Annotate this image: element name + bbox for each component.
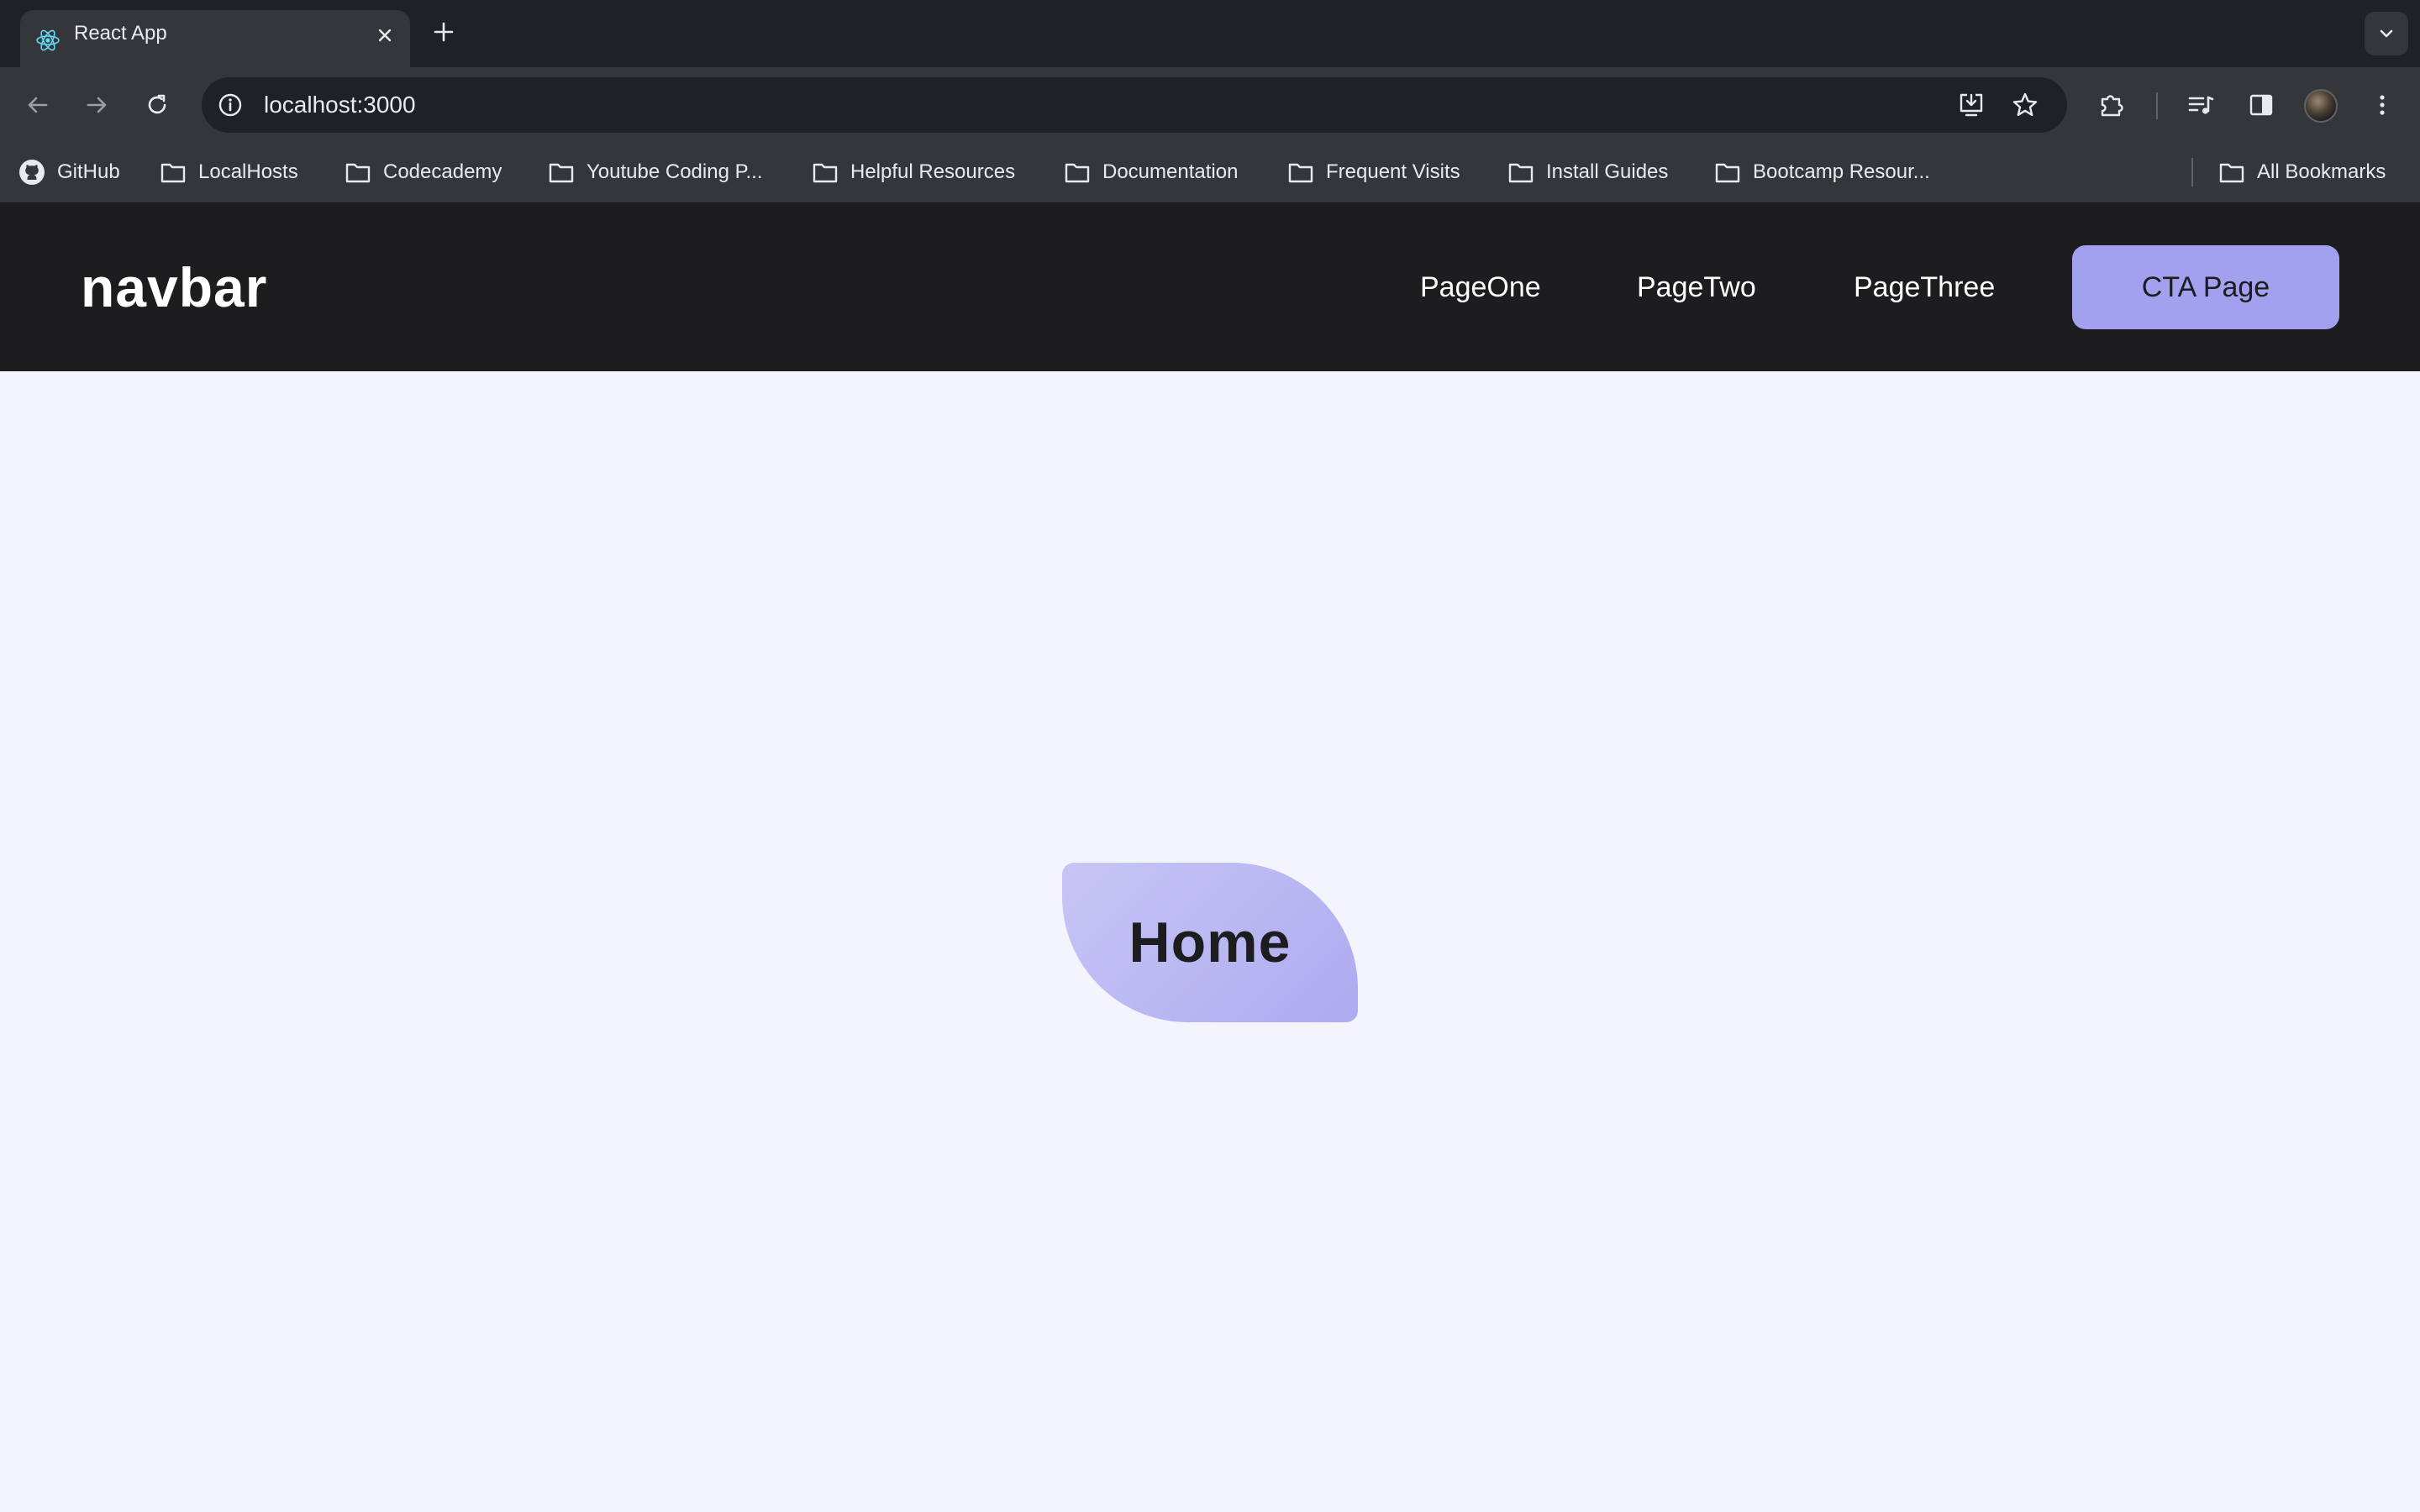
bookmark-label: Frequent Visits [1326, 160, 1460, 183]
folder-icon [345, 163, 371, 183]
bookmark-folder-documentation[interactable]: Documentation [1064, 144, 1238, 200]
all-bookmarks-label: All Bookmarks [2257, 160, 2386, 183]
navbar-brand[interactable]: navbar [81, 203, 267, 371]
media-controls-icon[interactable] [2181, 86, 2220, 124]
bookmark-label: GitHub [57, 160, 120, 183]
bookmark-label: LocalHosts [198, 160, 298, 183]
folder-icon [1288, 163, 1313, 183]
folder-icon [2219, 163, 2244, 183]
toolbar-divider [2156, 92, 2158, 119]
folder-icon [160, 163, 186, 183]
install-app-icon[interactable] [1954, 88, 1988, 122]
bookmark-label: Helpful Resources [850, 160, 1016, 183]
bookmark-label: Install Guides [1546, 160, 1669, 183]
new-tab-plus-icon[interactable] [429, 17, 459, 47]
bookmark-label: Bootcamp Resour... [1753, 160, 1930, 183]
site-navbar: navbar PageOne PageTwo PageThree CTA Pag… [0, 203, 2420, 371]
nav-link-page-two[interactable]: PageTwo [1637, 203, 1756, 371]
back-arrow-icon[interactable] [18, 86, 57, 124]
forward-arrow-icon[interactable] [77, 86, 116, 124]
side-panel-icon[interactable] [2242, 86, 2281, 124]
bookmark-github[interactable]: GitHub [18, 144, 120, 200]
folder-icon [1508, 163, 1534, 183]
bookmark-folder-frequent-visits[interactable]: Frequent Visits [1287, 144, 1460, 200]
page-title: Home [1128, 911, 1292, 974]
bookmark-folder-youtube-coding[interactable]: Youtube Coding P... [548, 144, 763, 200]
nav-link-page-three[interactable]: PageThree [1854, 203, 1995, 371]
bookmark-label: Codecademy [383, 160, 502, 183]
bookmarks-bar: GitHub LocalHosts Codecademy Youtube Cod… [0, 144, 2420, 203]
folder-icon [813, 163, 838, 183]
bookmark-star-icon[interactable] [2008, 88, 2042, 122]
browser-toolbar: localhost:3000 [0, 67, 2420, 144]
browser-tabstrip: React App [0, 0, 2420, 67]
react-logo-icon [35, 28, 60, 53]
more-vert-icon[interactable] [2363, 86, 2402, 124]
home-heading-badge: Home [1062, 863, 1358, 1022]
folder-icon [549, 163, 574, 183]
cta-page-button[interactable]: CTA Page [2072, 245, 2339, 329]
nav-link-page-one[interactable]: PageOne [1420, 203, 1541, 371]
browser-tab[interactable]: React App [20, 10, 410, 67]
address-bar[interactable]: localhost:3000 [202, 77, 2067, 133]
folder-icon [1065, 163, 1090, 183]
main-content: Home [0, 371, 2420, 1512]
all-bookmarks-button[interactable]: All Bookmarks [2218, 144, 2386, 200]
bookmark-folder-codecademy[interactable]: Codecademy [345, 144, 502, 200]
bookmark-folder-bootcamp-resources[interactable]: Bootcamp Resour... [1714, 144, 1930, 200]
site-info-icon[interactable] [213, 88, 247, 122]
bookmark-label: Documentation [1102, 160, 1239, 183]
address-url: localhost:3000 [264, 92, 416, 118]
close-icon[interactable] [371, 22, 398, 49]
github-icon [19, 160, 45, 185]
extensions-puzzle-icon[interactable] [2092, 86, 2131, 124]
bookmark-folder-install-guides[interactable]: Install Guides [1507, 144, 1668, 200]
profile-avatar[interactable] [2304, 89, 2338, 123]
folder-icon [1715, 163, 1740, 183]
bookmarks-divider [2191, 158, 2193, 186]
tab-search-chevron-down-icon[interactable] [2365, 12, 2408, 55]
bookmark-folder-helpful-resources[interactable]: Helpful Resources [812, 144, 1015, 200]
bookmark-folder-localhosts[interactable]: LocalHosts [160, 144, 298, 200]
reload-icon[interactable] [138, 86, 176, 124]
bookmark-label: Youtube Coding P... [587, 160, 763, 183]
tab-title: React App [74, 22, 167, 45]
